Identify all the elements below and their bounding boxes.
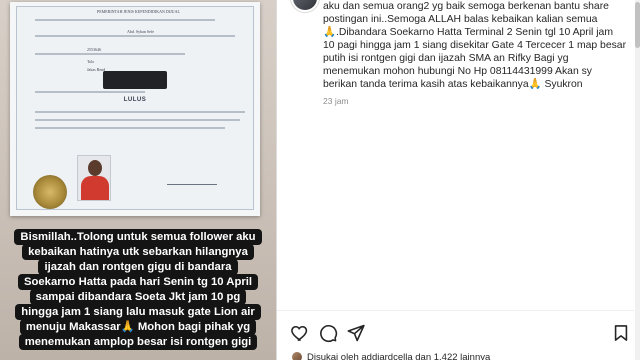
comment-line: postingan ini..Semoga ALLAH balas kebaik… <box>323 14 598 25</box>
share-button[interactable] <box>345 322 367 344</box>
comment-line: 🙏.Dibandara Soekarno Hatta Terminal 2 Se… <box>323 27 613 38</box>
doc-line <box>35 111 245 113</box>
comment-icon <box>320 325 338 343</box>
post-timestamp[interactable]: 23 jam <box>323 96 349 106</box>
likes-text: Disukai oleh addiardcella dan 1.422 lain… <box>307 351 491 360</box>
caption-line: sampai dibandara Soeta Jkt jam 10 pg <box>29 289 247 305</box>
liker-avatar <box>291 351 303 360</box>
likes-summary[interactable]: Disukai oleh addiardcella dan 1.422 lain… <box>291 351 490 360</box>
comment-line: berikan tanda terima kasih atas kebaikan… <box>323 79 583 90</box>
doc-seal-emblem <box>33 175 67 209</box>
comment-line: 10 pagi hingga jam 1 siang disekitar Gat… <box>323 40 627 51</box>
action-bar <box>289 322 632 346</box>
actions-divider <box>277 310 634 311</box>
redacted-block <box>103 71 167 89</box>
like-button[interactable] <box>289 322 311 344</box>
doc-line <box>35 119 240 121</box>
doc-status-label: LULUS <box>123 97 147 103</box>
comment-line: aku dan semua orang2 yg baik semoga berk… <box>323 1 609 12</box>
caption-line: menemukan amplop besar isi rontgen gigi <box>18 334 258 350</box>
certificate-document: PEMERINTAH JENIS KEPENDIDIKAN DIJUAL Abd… <box>10 2 260 216</box>
caption-line: kebaikan hatinya utk sebarkan hilangnya <box>22 244 254 260</box>
save-button[interactable] <box>610 322 632 344</box>
doc-line <box>35 35 235 37</box>
doc-line <box>35 91 145 93</box>
media-caption: Bismillah..Tolong untuk semua follower a… <box>0 229 276 350</box>
comment-line: menemukan mohon hubungi No Hp 0811443199… <box>323 66 592 77</box>
doc-photo <box>77 155 111 201</box>
scrollbar[interactable] <box>635 0 640 360</box>
doc-line <box>35 53 185 55</box>
caption-line: Bismillah..Tolong untuk semua follower a… <box>14 229 262 245</box>
doc-line <box>35 127 225 129</box>
author-avatar[interactable] <box>291 0 319 12</box>
caption-line: ijazah dan rontgen gigu di bandara <box>38 259 238 275</box>
doc-number-value: 2553646 <box>87 47 101 52</box>
certificate-border: PEMERINTAH JENIS KEPENDIDIKAN DIJUAL Abd… <box>16 6 254 210</box>
post-media[interactable]: PEMERINTAH JENIS KEPENDIDIKAN DIJUAL Abd… <box>0 0 276 360</box>
caption-line: menuju Makassar🙏 Mohon bagi pihak yg <box>19 319 257 335</box>
doc-place-value: Tolo <box>87 59 95 64</box>
comment-button[interactable] <box>317 322 339 344</box>
post-panel: aku dan semua orang2 yg baik semoga berk… <box>277 0 640 360</box>
photo-shirt <box>81 176 109 200</box>
caption-line: Soekarno Hatta pada hari Senin tg 10 Apr… <box>17 274 259 290</box>
photo-head <box>88 160 102 176</box>
doc-line <box>35 19 215 21</box>
heart-icon <box>291 325 308 341</box>
post-caption-text: aku dan semua orang2 yg baik semoga berk… <box>323 0 631 91</box>
bookmark-icon <box>614 325 628 341</box>
doc-signature-line <box>167 175 217 185</box>
doc-header-text: PEMERINTAH JENIS KEPENDIDIKAN DIJUAL <box>97 9 180 14</box>
share-icon <box>347 324 365 342</box>
comment-line: putih isi rontgen gigi dan ijazah SMA an… <box>323 53 569 64</box>
caption-line: hingga jam 1 siang lalu masuk gate Lion … <box>15 304 261 320</box>
doc-name-value: Abd. Syban Sefe <box>127 29 154 34</box>
scrollbar-thumb[interactable] <box>635 2 640 48</box>
